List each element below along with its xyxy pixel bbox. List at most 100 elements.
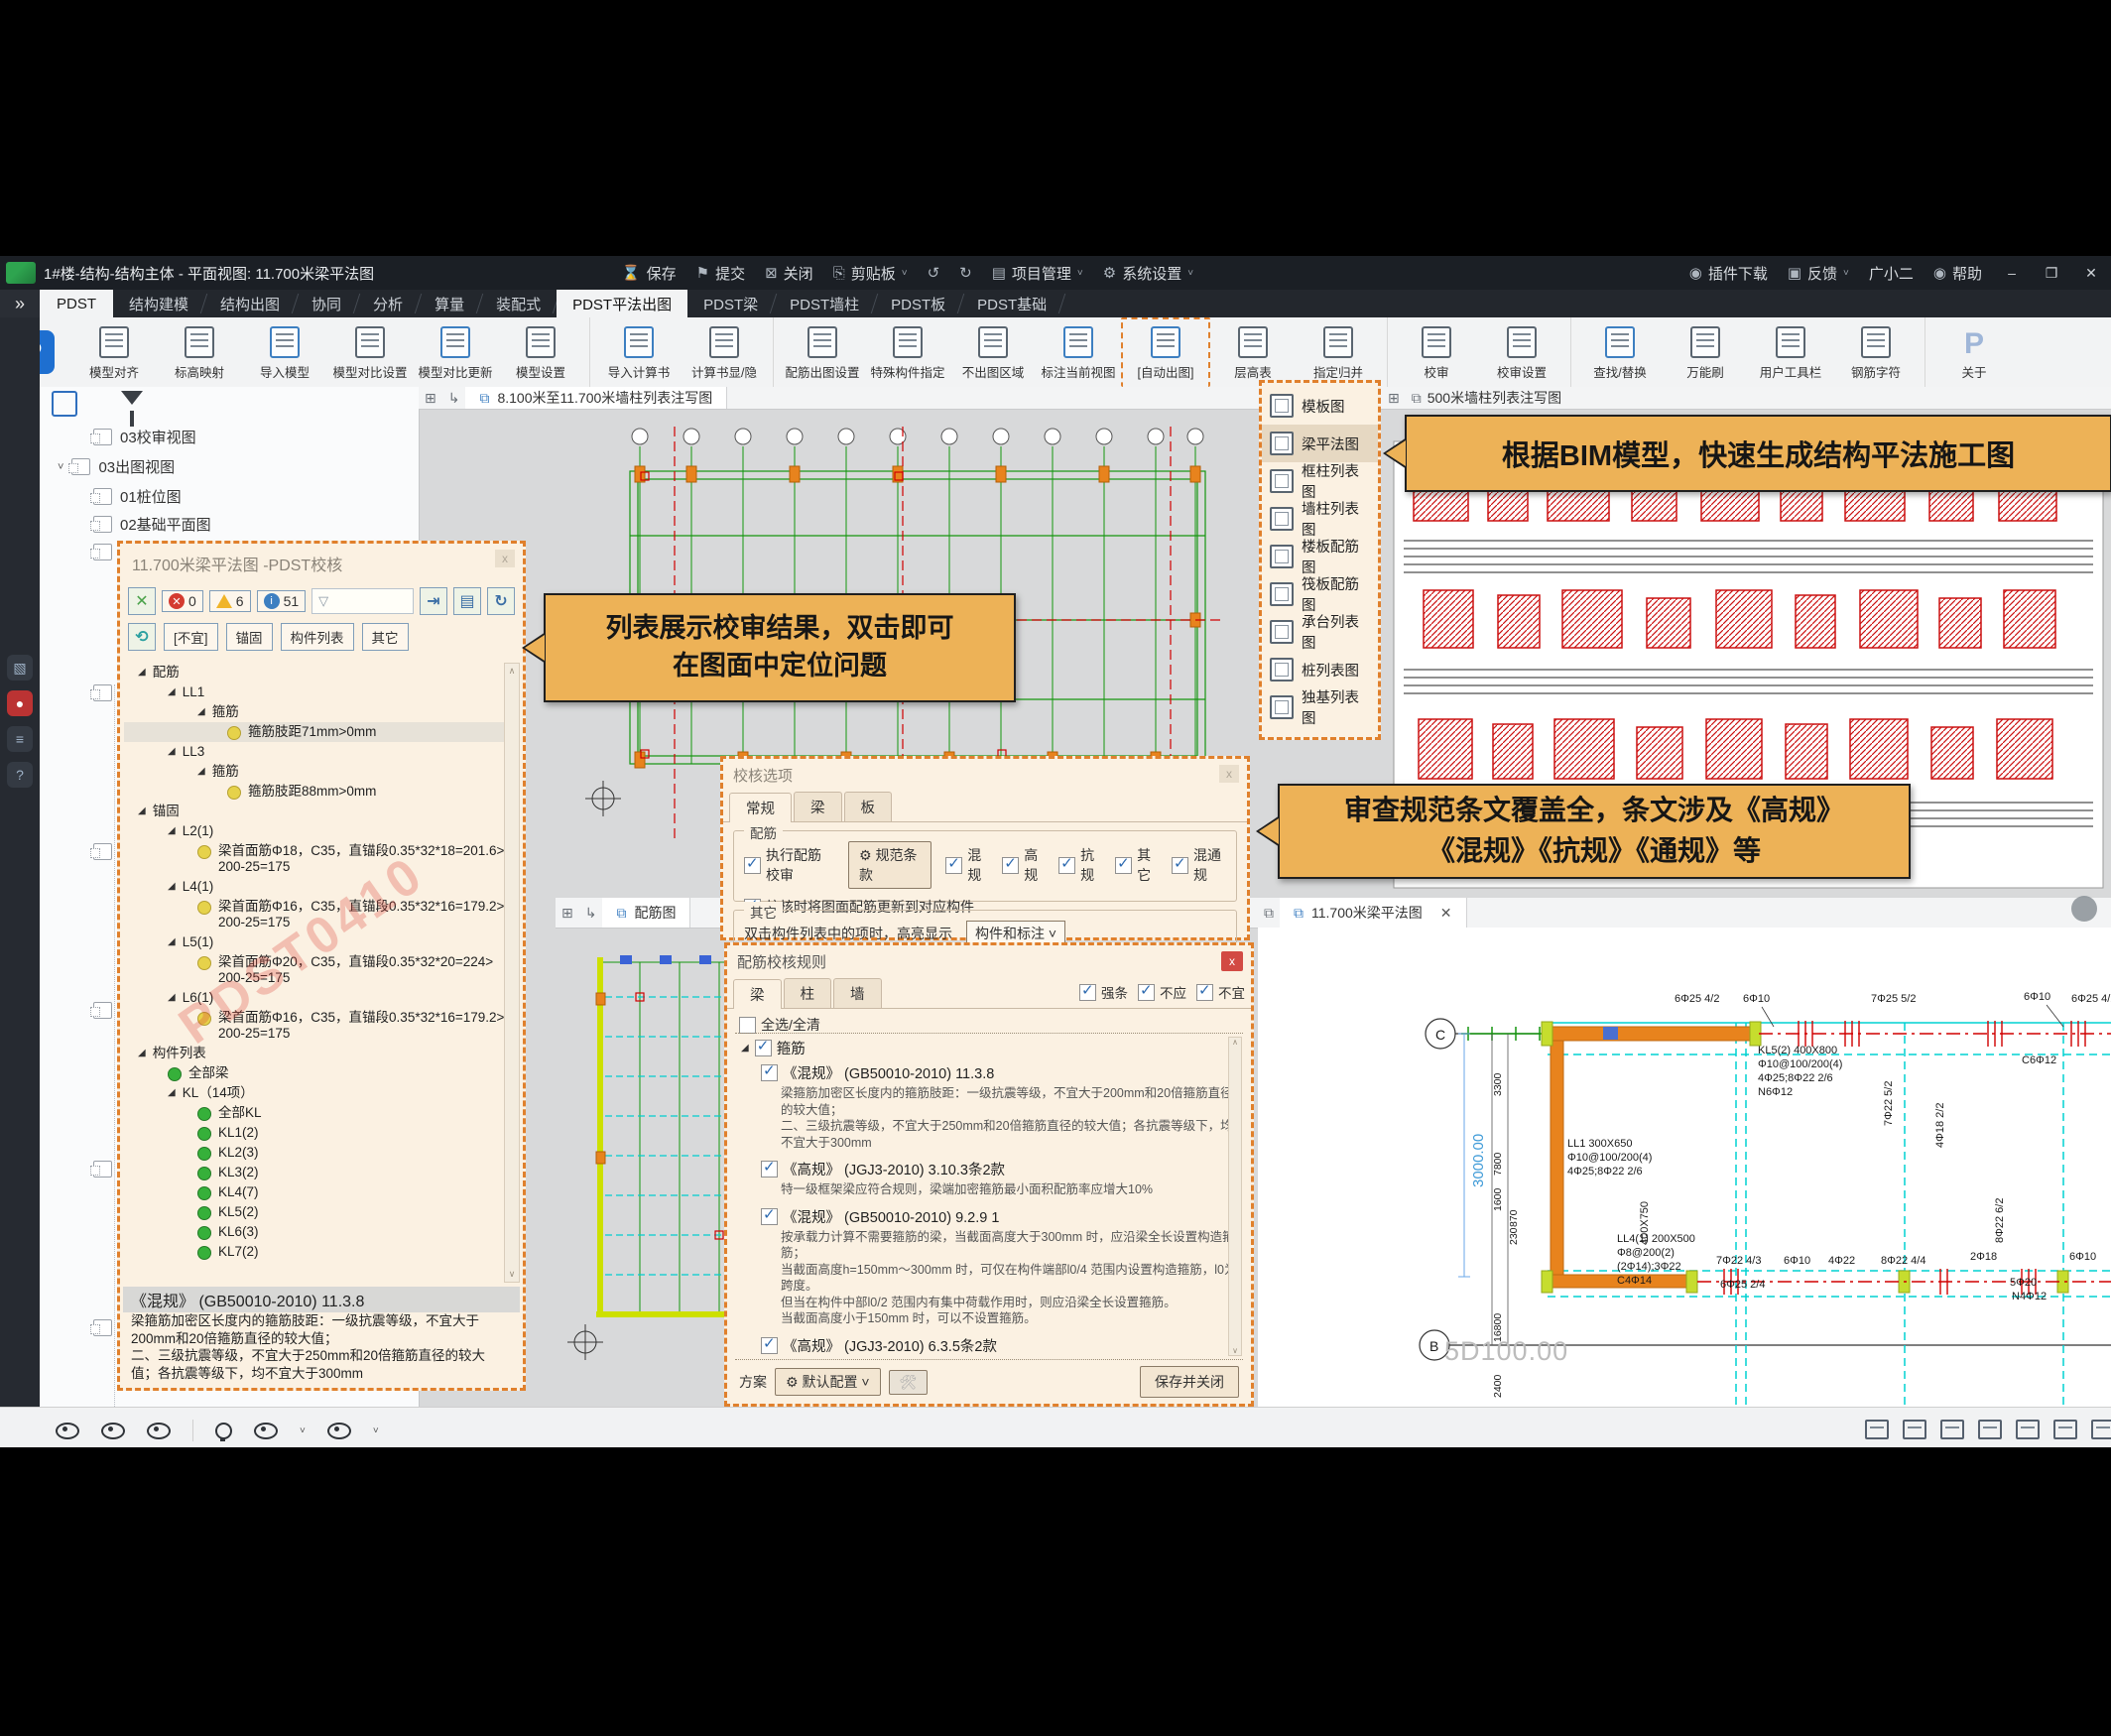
float-helper-button[interactable] [2071,896,2097,922]
tab-pdst-slab[interactable]: PDST板 [875,290,961,317]
assign-merge-button[interactable]: 指定归并 [1296,317,1381,387]
checkbox-gaogui[interactable]: 高规 [1002,845,1045,885]
system-settings-menu[interactable]: ⚙系统设置˅ [1093,256,1203,290]
rule-item[interactable]: 《高规》 (JGJ3-2010) 3.10.3条2款特一级框架梁应符合规则，梁端… [761,1159,1241,1198]
filter-icon[interactable] [121,391,143,405]
tree-node[interactable]: ◢构件列表 [124,1044,505,1063]
find-replace-button[interactable]: 查找/替换 [1577,317,1663,387]
tree-node[interactable]: ◢LL3 [124,742,505,762]
view-tab-wallcol-right[interactable]: 500米墙柱列表注写图 [1428,388,1561,408]
tree-node[interactable]: ◢锚固 [124,802,505,821]
rules-tab-beam[interactable]: 梁 [733,979,782,1009]
save-button[interactable]: ⌛保存 [612,256,686,290]
save-close-button[interactable]: 保存并关闭 [1140,1366,1239,1398]
window-close-button[interactable]: ✕ [2071,265,2111,282]
help-button[interactable]: ◉帮助 [1924,256,1992,290]
checkbox-kanggui[interactable]: 抗规 [1058,845,1101,885]
member-item[interactable]: KL1(2) [124,1123,505,1143]
tree-node[interactable]: ◢L6(1) [124,988,505,1008]
flag-shallnot[interactable]: 不应 [1138,982,1186,1002]
dialog-close-icon[interactable]: x [1221,951,1243,971]
refresh-selection-icon[interactable]: ⟲ [128,623,156,651]
level-map-button[interactable]: 标高映射 [157,317,242,387]
close-doc-button[interactable]: ⊠关闭 [755,256,823,290]
menu-item-slab-rebar[interactable]: 楼板配筋图 [1262,538,1378,575]
tree-item[interactable] [93,544,112,560]
tab-pdst-plan-drawing[interactable]: PDST平法出图 [557,290,687,317]
rule-item[interactable]: 《混规》 (GB50010-2010) 11.3.8梁箍筋加密区长度内的箍筋肢距… [761,1062,1241,1151]
visibility-reset-icon[interactable] [147,1423,171,1439]
no-plot-region-button[interactable]: 不出图区域 [950,317,1036,387]
menu-item-template[interactable]: 模板图 [1262,387,1378,425]
member-item[interactable]: KL7(2) [124,1242,505,1262]
tab-pdst-beam[interactable]: PDST梁 [687,290,774,317]
info-count-badge[interactable]: i51 [257,590,307,612]
model-compare-update-button[interactable]: 模型对比更新 [413,317,498,387]
tree-item[interactable] [93,1161,112,1178]
checkbox-huntonggui[interactable]: 混通规 [1172,845,1226,885]
pan-view-icon[interactable]: ↳ [448,390,460,407]
minimize-button[interactable]: – [1992,265,2032,281]
tab-pdst-foundation[interactable]: PDST基础 [961,290,1062,317]
rule-item[interactable]: 《高规》 (JGJ3-2010) 6.3.5条2款抗震设计时，框架梁的箍筋尚应符… [761,1335,1241,1361]
checkbox-hungui[interactable]: 混规 [945,845,988,885]
check-settings-button[interactable]: 校审设置 [1479,317,1564,387]
model-settings-button[interactable]: 模型设置 [498,317,583,387]
menu-item-wallcol-list[interactable]: 墙柱列表图 [1262,500,1378,538]
tree-node[interactable]: ◢箍筋 [124,702,505,722]
drag-elements-icon[interactable] [2016,1420,2040,1439]
rebar-plot-settings-button[interactable]: 配筋出图设置 [780,317,865,387]
code-clauses-button[interactable]: ⚙ 规范条款 [848,841,931,889]
tree-item[interactable] [93,1319,112,1336]
tree-node[interactable]: ◢LL1 [124,682,505,702]
detail-card-icon[interactable]: ▤ [453,587,481,615]
fit-view-icon[interactable]: ✕ [128,587,156,615]
model-align-button[interactable]: 模型对齐 [71,317,157,387]
plugin-download-button[interactable]: ◉插件下载 [1679,256,1778,290]
layout-grid-icon[interactable]: ⊞ [1388,390,1400,407]
tree-item-pile-plan[interactable]: 01桩位图 [93,486,182,507]
view-tab-slab-rebar[interactable]: ⧉ 配筋图 [602,898,690,928]
options-tab-beam[interactable]: 梁 [794,792,842,821]
tab-prefab[interactable]: 装配式 [480,290,557,317]
rebar-symbol-button[interactable]: 钢筋字符 [1833,317,1919,387]
collapse-ribbon-button[interactable]: » [0,290,40,317]
magic-brush-button[interactable]: 万能刷 [1663,317,1748,387]
filter-chip-anchor[interactable]: 锚固 [226,623,273,651]
issue-item[interactable]: 梁首面筋Φ16，C35，直锚段0.35*32*16=179.2> 200-25=… [124,897,505,932]
chat-icon[interactable]: ▧ [7,655,33,681]
visibility-frame-icon[interactable] [101,1423,125,1439]
calcbook-visibility-button[interactable]: 计算书显/隐 [682,317,767,387]
member-item[interactable]: KL5(2) [124,1202,505,1222]
issue-item[interactable]: 梁首面筋Φ18，C35，直锚段0.35*32*18=201.6> 200-25=… [124,841,505,877]
filter-chip-other[interactable]: 其它 [362,623,409,651]
menu-item-framecol-list[interactable]: 框柱列表图 [1262,462,1378,500]
rule-item[interactable]: 《混规》 (GB50010-2010) 9.2.9 1按承载力计算不需要箍筋的梁… [761,1206,1241,1327]
docs-icon[interactable]: ≡ [7,726,33,752]
options-tab-general[interactable]: 常规 [729,793,792,822]
menu-item-beam-plan[interactable]: 梁平法图 [1262,425,1378,462]
visibility-menu-icon[interactable] [254,1423,278,1439]
tree-item-foundation-plan[interactable]: 02基础平面图 [93,514,211,535]
menu-item-raft-rebar[interactable]: 筏板配筋图 [1262,575,1378,613]
tree-node[interactable]: ◢配筋 [124,663,505,682]
menu-item-footing-list[interactable]: 独基列表图 [1262,688,1378,726]
locate-icon[interactable]: ⇥ [420,587,447,615]
preset-dropdown[interactable]: ⚙ 默认配置 ˅ [775,1368,881,1396]
select-underlay-icon[interactable] [1903,1420,1926,1439]
project-manage-menu[interactable]: ▤项目管理˅ [982,256,1093,290]
member-item[interactable]: 全部梁 [124,1063,505,1083]
issue-item-selected[interactable]: 箍筋肢距71mm>0mm [124,722,505,742]
tab-quantity[interactable]: 算量 [419,290,480,317]
tree-node[interactable]: ◢箍筋 [124,762,505,782]
select-pinned-icon[interactable] [1940,1420,1964,1439]
panel-view-icon[interactable] [52,391,77,417]
edit-preset-button[interactable]: 🛠 [889,1370,929,1395]
auto-plot-button[interactable]: [自动出图] [1121,317,1210,387]
filter-chip-memberlist[interactable]: 构件列表 [281,623,354,651]
member-item[interactable]: KL6(3) [124,1222,505,1242]
panel-close-icon[interactable]: x [495,550,515,567]
member-item[interactable]: KL4(7) [124,1182,505,1202]
tab-close-icon[interactable]: ✕ [1440,905,1452,922]
rules-tab-wall[interactable]: 墙 [833,978,882,1008]
